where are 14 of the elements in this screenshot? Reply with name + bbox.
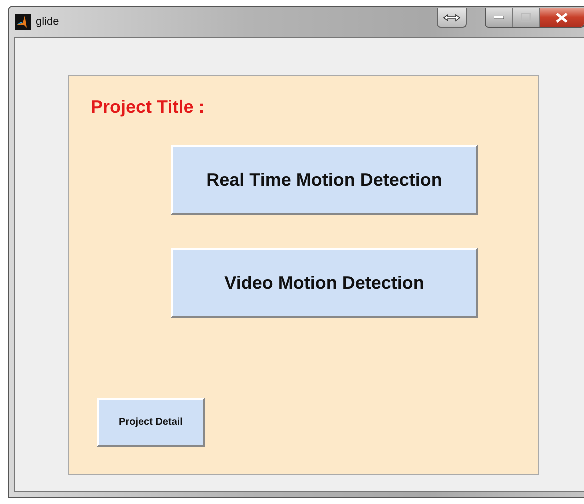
- close-button[interactable]: [540, 8, 584, 27]
- project-title-label: Project Title :: [91, 97, 205, 118]
- minimize-icon: [494, 16, 504, 20]
- project-detail-button[interactable]: Project Detail: [97, 398, 205, 447]
- app-icon: [15, 14, 31, 30]
- close-icon: [556, 12, 568, 22]
- maximize-button[interactable]: [513, 8, 540, 27]
- double-arrow-icon: [443, 14, 461, 22]
- resize-button[interactable]: [437, 8, 467, 28]
- minimize-button[interactable]: [486, 8, 513, 27]
- maximize-icon: [521, 13, 531, 22]
- window-title: glide: [36, 16, 60, 28]
- motion-detection-button[interactable]: Video Motion Detection: [171, 248, 478, 318]
- motion-detection-button[interactable]: Real Time Motion Detection: [171, 145, 478, 215]
